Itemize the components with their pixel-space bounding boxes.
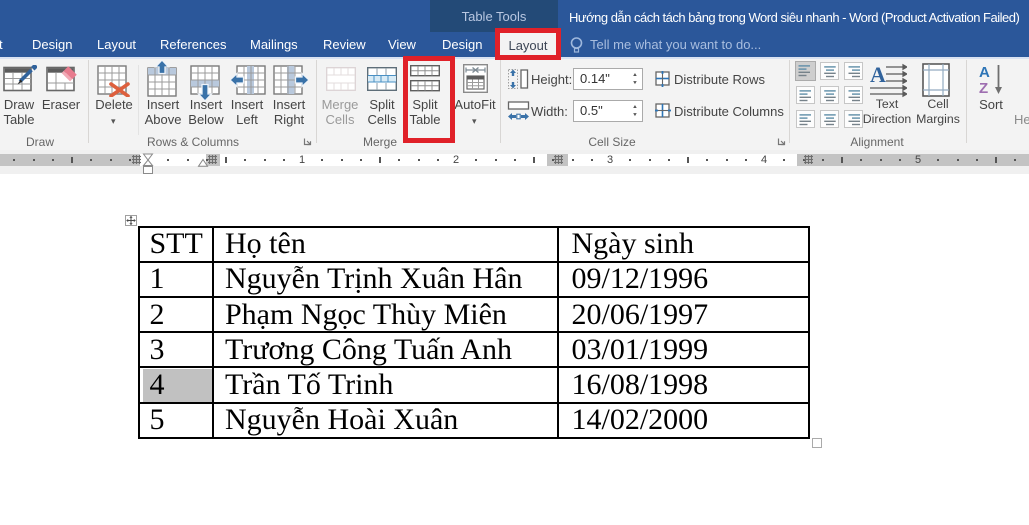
svg-text:A: A [870, 63, 886, 87]
svg-text:A: A [979, 64, 990, 81]
svg-text:Z: Z [979, 80, 988, 95]
